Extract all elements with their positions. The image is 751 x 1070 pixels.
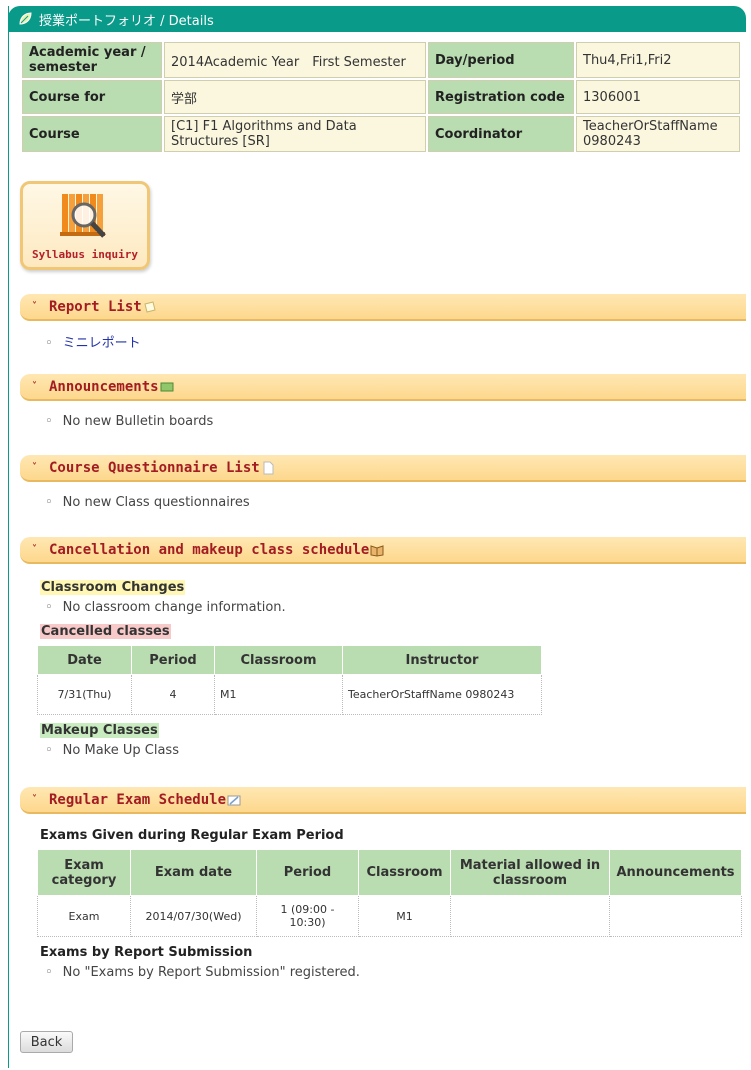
regular-exam-heading: Exams Given during Regular Exam Period xyxy=(40,828,344,843)
table-cell: Exam xyxy=(37,895,131,937)
report-exam-item: No "Exams by Report Submission" register… xyxy=(45,965,360,980)
day-period-value: Thu4,Fri1,Fri2 xyxy=(576,42,740,78)
coordinator-value: TeacherOrStaffName 0980243 xyxy=(576,116,740,152)
academic-year-value: 2014Academic Year First Semester xyxy=(164,42,426,78)
paper-icon xyxy=(144,300,156,313)
makeup-classes-item: No Make Up Class xyxy=(45,743,179,758)
questionnaire-header[interactable]: ˅ Course Questionnaire List xyxy=(20,455,746,482)
page-title: 授業ポートフォリオ / Details xyxy=(39,13,214,29)
makeup-classes-heading: Makeup Classes xyxy=(40,723,159,738)
table-cell: 7/31(Thu) xyxy=(37,674,132,715)
column-header: Announcements xyxy=(609,849,742,896)
column-header: Exam date xyxy=(130,849,257,896)
column-header: Classroom xyxy=(358,849,451,896)
document-icon xyxy=(263,461,274,474)
table-cell: TeacherOrStaffName 0980243 xyxy=(342,674,542,715)
report-exam-heading: Exams by Report Submission xyxy=(40,945,253,960)
column-header: Date xyxy=(37,645,132,675)
table-row: Exam 2014/07/30(Wed) 1 (09:00 - 10:30) M… xyxy=(37,895,742,937)
magnifier-books-icon xyxy=(60,194,106,238)
day-period-label: Day/period xyxy=(428,42,574,78)
column-header: Exam category xyxy=(37,849,131,896)
exam-table: Exam category Exam date Period Classroom… xyxy=(37,849,742,937)
registration-code-label: Registration code xyxy=(428,80,574,114)
coordinator-label: Coordinator xyxy=(428,116,574,152)
pencil-note-icon xyxy=(227,795,241,805)
board-icon xyxy=(160,382,174,391)
chevron-down-icon: ˅ xyxy=(32,544,37,555)
column-header: Classroom xyxy=(214,645,343,675)
course-for-value: 学部 xyxy=(164,80,426,114)
syllabus-inquiry-button[interactable]: Syllabus inquiry xyxy=(20,181,150,270)
academic-year-label: Academic year / semester xyxy=(22,42,162,78)
classroom-changes-item: No classroom change information. xyxy=(45,600,286,615)
chevron-down-icon: ˅ xyxy=(32,301,37,312)
back-button[interactable]: Back xyxy=(20,1031,73,1053)
course-value: [C1] F1 Algorithms and Data Structures [… xyxy=(164,116,426,152)
announcements-item: No new Bulletin boards xyxy=(45,414,214,429)
table-cell: M1 xyxy=(214,674,343,715)
table-row: 7/31(Thu) 4 M1 TeacherOrStaffName 098024… xyxy=(37,674,542,715)
course-label: Course xyxy=(22,116,162,152)
report-item-link[interactable]: ミニレポート xyxy=(45,332,141,351)
chevron-down-icon: ˅ xyxy=(32,462,37,473)
report-list-header[interactable]: ˅ Report List xyxy=(20,294,746,321)
title-bar: 授業ポートフォリオ / Details xyxy=(8,6,746,32)
table-cell: 2014/07/30(Wed) xyxy=(130,895,257,937)
exam-schedule-title: Regular Exam Schedule xyxy=(49,791,227,808)
course-for-label: Course for xyxy=(22,80,162,114)
leaf-icon xyxy=(19,12,32,25)
registration-code-value: 1306001 xyxy=(576,80,740,114)
cancelled-classes-table: Date Period Classroom Instructor 7/31(Th… xyxy=(37,645,542,715)
announcements-title: Announcements xyxy=(49,378,159,395)
report-list-title: Report List xyxy=(49,298,142,315)
table-cell: 1 (09:00 - 10:30) xyxy=(256,895,359,937)
chevron-down-icon: ˅ xyxy=(32,794,37,805)
questionnaire-item: No new Class questionnaires xyxy=(45,495,250,510)
table-cell: M1 xyxy=(358,895,451,937)
column-header: Instructor xyxy=(342,645,542,675)
table-cell xyxy=(609,895,742,937)
column-header: Period xyxy=(131,645,215,675)
classroom-changes-heading: Classroom Changes xyxy=(40,580,186,595)
chevron-down-icon: ˅ xyxy=(32,381,37,392)
cancellation-header[interactable]: ˅ Cancellation and makeup class schedule xyxy=(20,537,746,564)
questionnaire-title: Course Questionnaire List xyxy=(49,459,260,476)
cancelled-classes-heading: Cancelled classes xyxy=(40,624,171,639)
exam-schedule-header[interactable]: ˅ Regular Exam Schedule xyxy=(20,787,746,814)
table-cell xyxy=(450,895,610,937)
book-icon xyxy=(370,544,384,557)
column-header: Period xyxy=(256,849,359,896)
syllabus-inquiry-label: Syllabus inquiry xyxy=(32,248,138,261)
column-header: Material allowed in classroom xyxy=(450,849,610,896)
table-cell: 4 xyxy=(131,674,215,715)
announcements-header[interactable]: ˅ Announcements xyxy=(20,374,746,401)
cancellation-title: Cancellation and makeup class schedule xyxy=(49,541,370,558)
course-info-table: Academic year / semester 2014Academic Ye… xyxy=(20,40,742,154)
